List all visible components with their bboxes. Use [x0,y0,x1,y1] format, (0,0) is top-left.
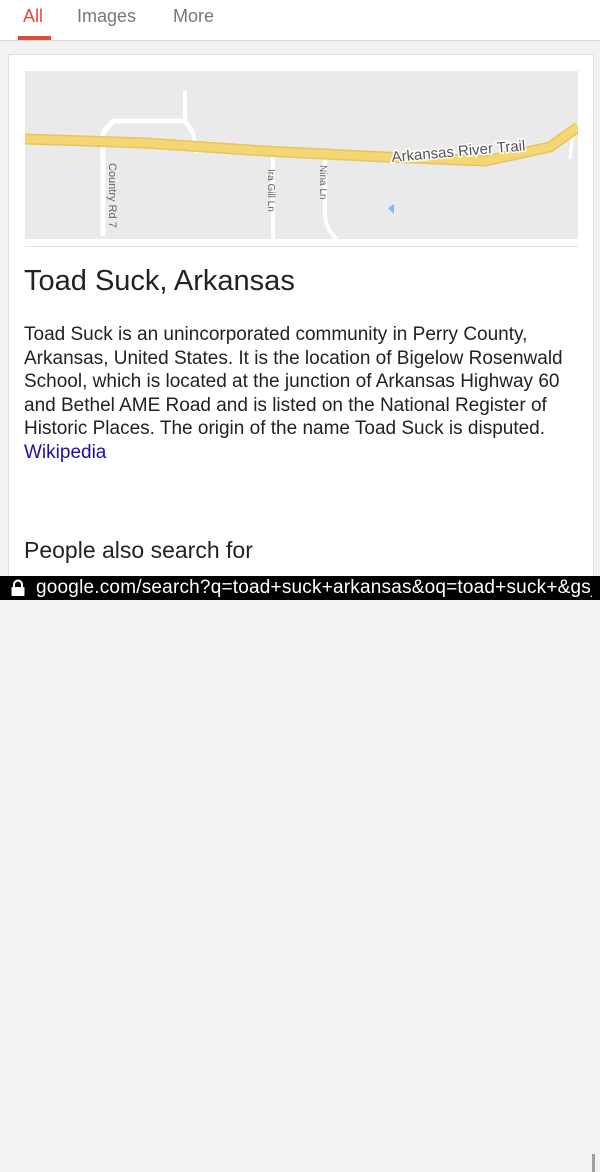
description-text: Toad Suck is an unincorporated community… [24,324,563,439]
url-text[interactable]: google.com/search?q=toad+suck+arkansas&o… [36,576,592,600]
water-marker [388,204,394,214]
tab-images[interactable]: Images [77,6,136,27]
address-bar[interactable]: google.com/search?q=toad+suck+arkansas&o… [0,576,600,1172]
divider [25,246,578,247]
people-also-search-heading: People also search for [24,537,253,563]
road-label-country-rd: Country Rd 7 [106,163,118,228]
map-drawing: Arkansas River Trail Country Rd 7 Ira Gi… [25,91,578,239]
scrollbar-thumb[interactable] [592,1154,595,1172]
wikipedia-link[interactable]: Wikipedia [24,442,106,463]
road-label-nina: Nina Ln [317,165,328,199]
tab-all[interactable]: All [23,6,43,27]
road-label-ira-gill: Ira Gill Ln [265,169,276,212]
map-preview[interactable]: Arkansas River Trail Country Rd 7 Ira Gi… [25,71,578,239]
entity-description: Toad Suck is an unincorporated community… [24,323,579,464]
entity-title: Toad Suck, Arkansas [24,265,295,297]
lock-icon [11,579,25,596]
search-tabs: All Images More [0,0,600,41]
tab-more[interactable]: More [173,6,214,27]
knowledge-panel-card: Arkansas River Trail Country Rd 7 Ira Gi… [8,54,594,592]
active-tab-indicator [18,36,51,40]
